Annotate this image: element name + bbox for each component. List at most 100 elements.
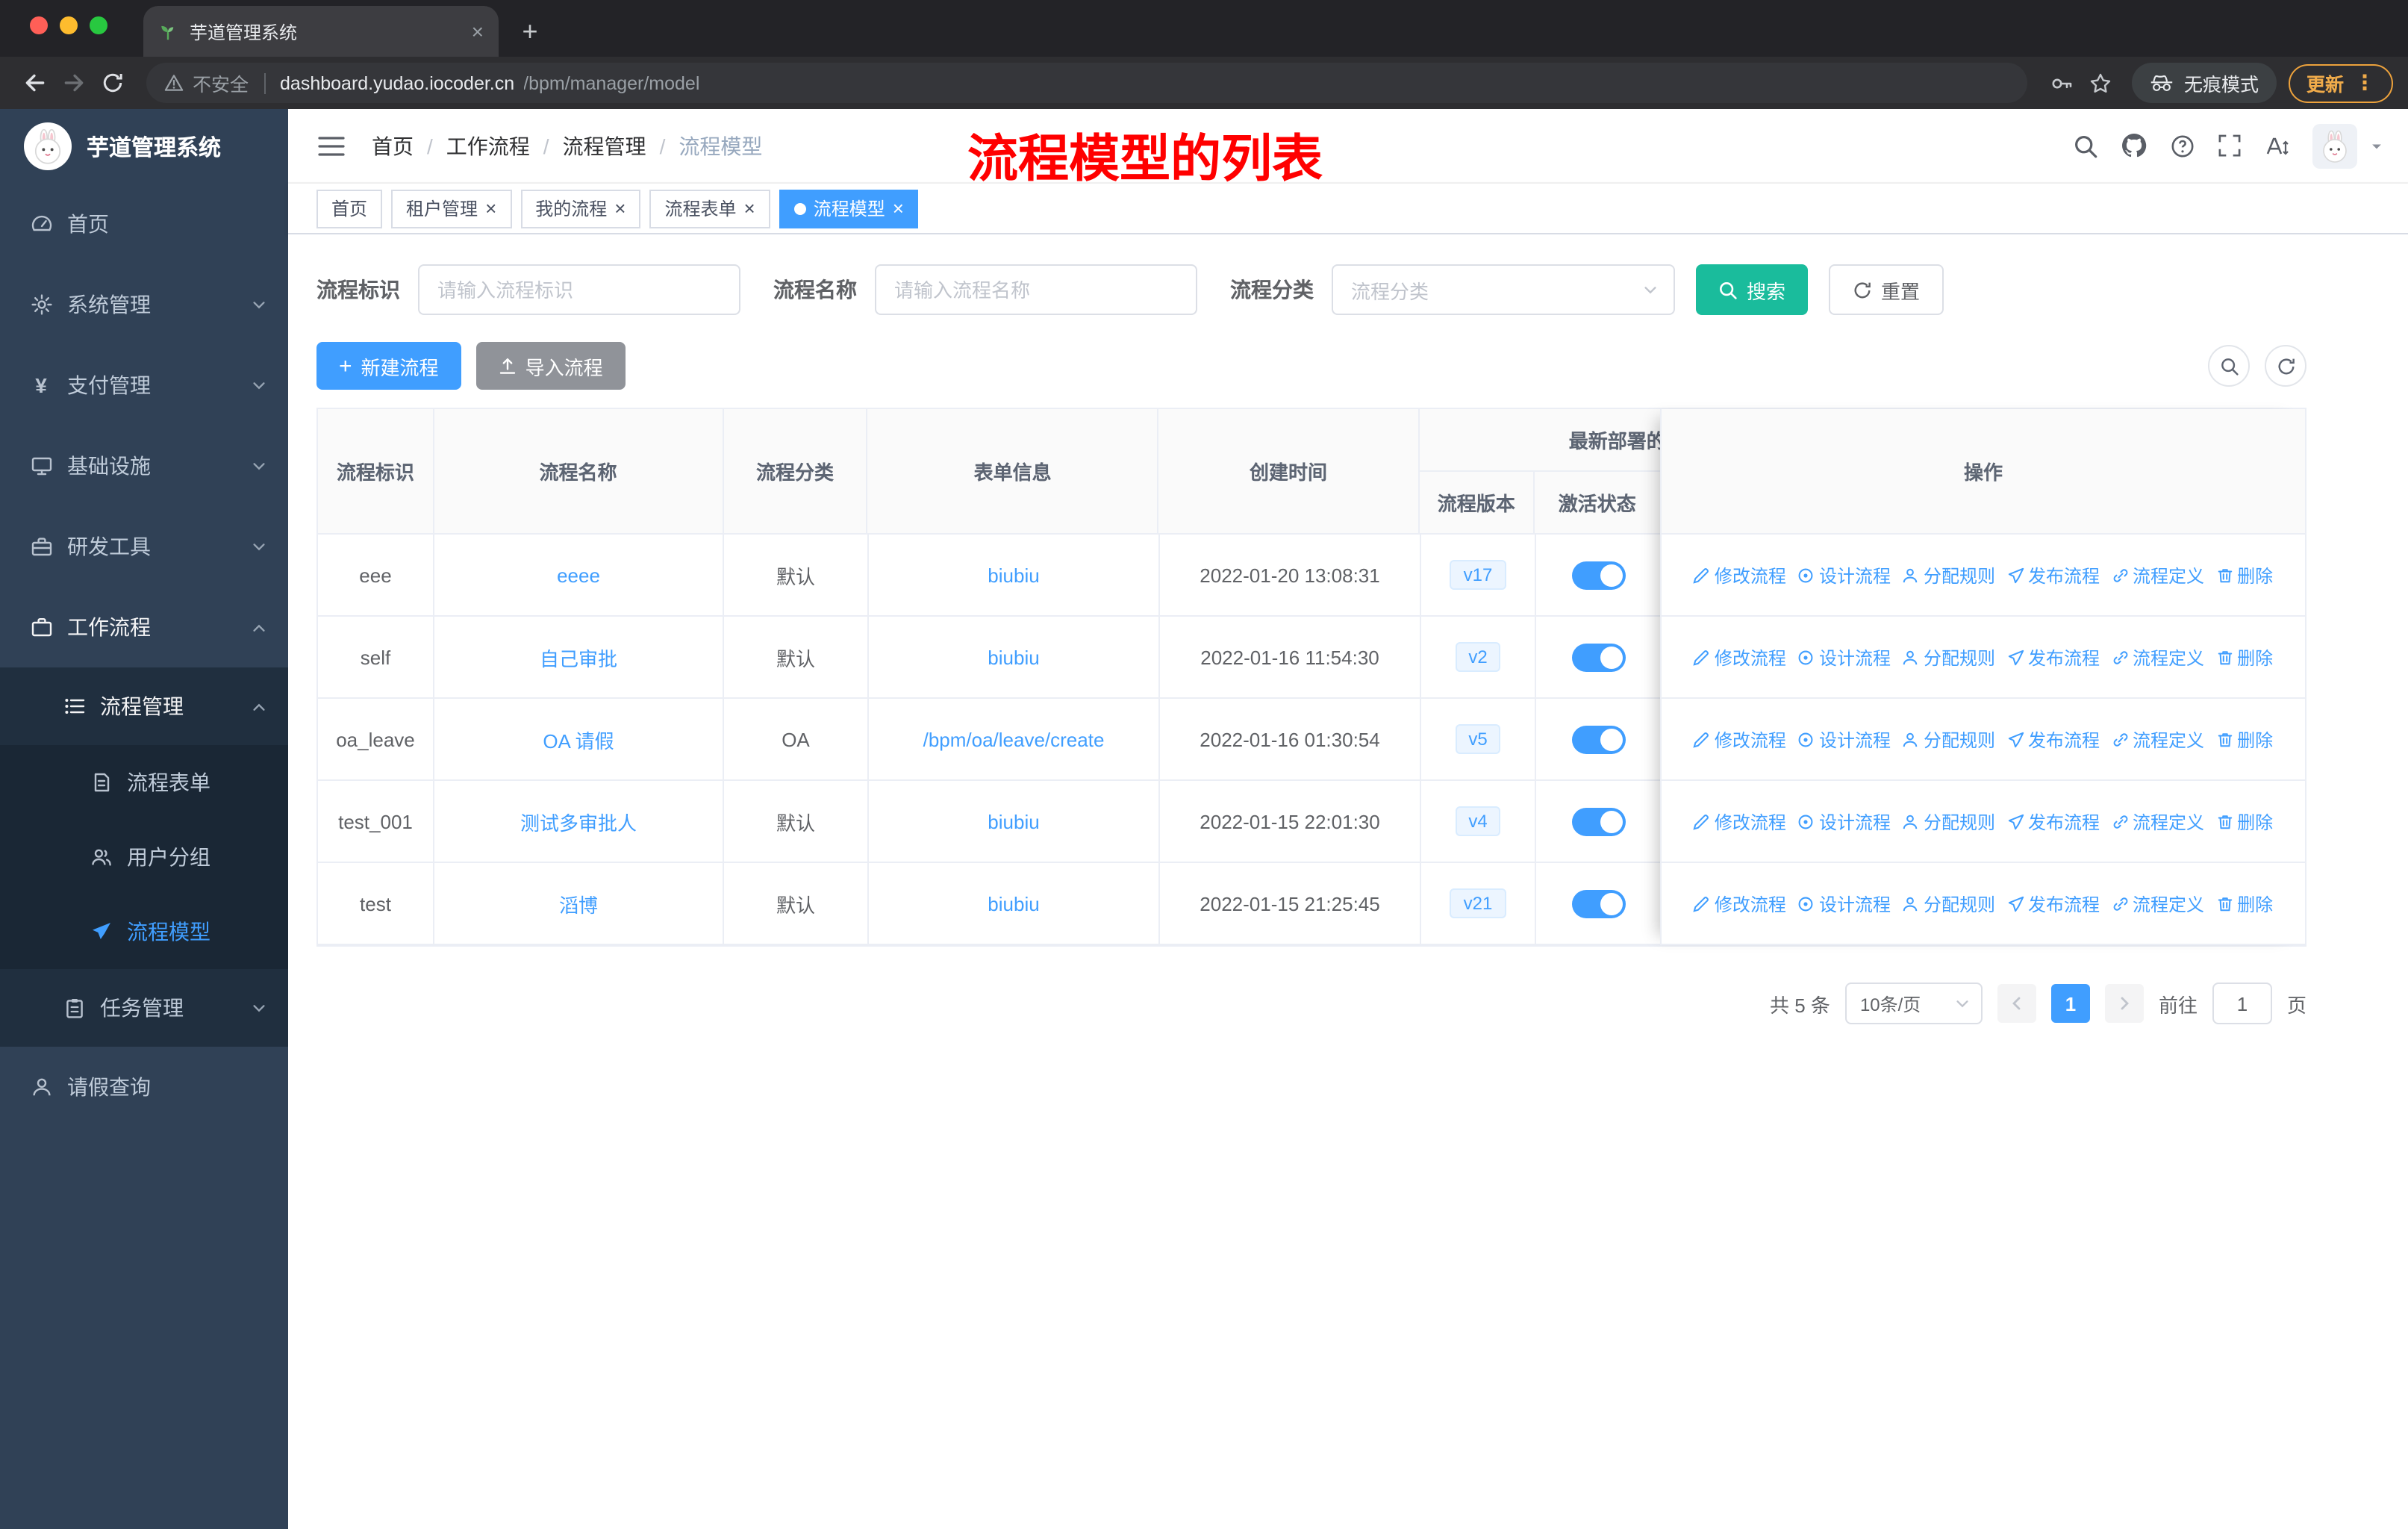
sidebar-logo[interactable]: 芋道管理系统 [0, 109, 288, 184]
edit-process-link[interactable]: 修改流程 [1694, 562, 1786, 588]
bookmark-star-icon[interactable] [2081, 63, 2120, 102]
process-id-input[interactable] [418, 264, 740, 315]
sidebar-item-payment[interactable]: ¥ 支付管理 [0, 345, 288, 426]
security-label[interactable]: 不安全 [193, 69, 249, 97]
import-process-button[interactable]: 导入流程 [475, 342, 626, 390]
sidebar-item-process-management[interactable]: 流程管理 [0, 667, 288, 745]
edit-process-link[interactable]: 修改流程 [1694, 644, 1786, 670]
design-process-link[interactable]: 设计流程 [1798, 891, 1891, 916]
active-toggle[interactable] [1572, 561, 1626, 589]
sidebar-item-system[interactable]: 系统管理 [0, 264, 288, 345]
create-process-button[interactable]: + 新建流程 [316, 342, 461, 390]
search-button[interactable]: 搜索 [1696, 264, 1809, 315]
tab-close-icon[interactable]: × [472, 21, 484, 42]
assign-rule-link[interactable]: 分配规则 [1903, 809, 1995, 834]
design-process-link[interactable]: 设计流程 [1798, 644, 1891, 670]
sidebar-item-devtools[interactable]: 研发工具 [0, 506, 288, 587]
avatar[interactable] [2312, 123, 2357, 168]
github-icon[interactable] [2121, 133, 2147, 158]
tag-tenant[interactable]: 租户管理 × [391, 189, 512, 228]
assign-rule-link[interactable]: 分配规则 [1903, 562, 1995, 588]
password-key-icon[interactable] [2042, 63, 2081, 102]
tag-home[interactable]: 首页 [316, 189, 383, 228]
design-process-link[interactable]: 设计流程 [1798, 809, 1891, 834]
reload-button[interactable] [93, 63, 131, 102]
minimize-window-button[interactable] [60, 16, 78, 34]
sidebar-item-workflow[interactable]: 工作流程 [0, 587, 288, 667]
design-process-link[interactable]: 设计流程 [1798, 726, 1891, 752]
delete-link[interactable]: 删除 [2216, 726, 2273, 752]
sidebar-item-process-form[interactable]: 流程表单 [0, 745, 288, 820]
breadcrumb-item[interactable]: 首页 [372, 131, 414, 161]
font-size-icon[interactable] [2265, 134, 2289, 158]
help-icon[interactable] [2171, 134, 2195, 158]
process-name-link[interactable]: OA 请假 [543, 725, 614, 753]
zoom-window-button[interactable] [90, 16, 107, 34]
fullscreen-icon[interactable] [2218, 134, 2241, 157]
sidebar-item-leave-query[interactable]: 请假查询 [0, 1047, 288, 1127]
close-icon[interactable]: × [614, 199, 626, 218]
tag-my-process[interactable]: 我的流程 × [520, 189, 641, 228]
new-tab-button[interactable]: + [511, 12, 549, 51]
prev-page-button[interactable] [1997, 984, 2036, 1023]
form-info-link[interactable]: biubiu [988, 564, 1039, 586]
breadcrumb-item[interactable]: 工作流程 [446, 131, 530, 161]
back-button[interactable] [15, 63, 54, 102]
active-toggle[interactable] [1572, 725, 1626, 753]
process-definition-link[interactable]: 流程定义 [2112, 809, 2204, 834]
publish-process-link[interactable]: 发布流程 [2007, 644, 2100, 670]
process-name-link[interactable]: 测试多审批人 [520, 807, 637, 835]
sidebar-item-infrastructure[interactable]: 基础设施 [0, 426, 288, 506]
close-icon[interactable]: × [893, 199, 904, 218]
forward-button[interactable] [54, 63, 93, 102]
edit-process-link[interactable]: 修改流程 [1694, 809, 1786, 834]
sidebar-item-task-management[interactable]: 任务管理 [0, 969, 288, 1047]
form-info-link[interactable]: biubiu [988, 810, 1039, 832]
assign-rule-link[interactable]: 分配规则 [1903, 891, 1995, 916]
publish-process-link[interactable]: 发布流程 [2007, 726, 2100, 752]
browser-tab[interactable]: 芋道管理系统 × [143, 6, 499, 57]
tag-process-form[interactable]: 流程表单 × [649, 189, 770, 228]
next-page-button[interactable] [2104, 984, 2144, 1023]
menu-kebab-icon[interactable]: ⋮ [2354, 70, 2375, 96]
sidebar-item-user-group[interactable]: 用户分组 [0, 820, 288, 894]
sidebar-item-home[interactable]: 首页 [0, 184, 288, 264]
form-info-link[interactable]: biubiu [988, 646, 1039, 668]
active-toggle[interactable] [1572, 807, 1626, 835]
active-toggle[interactable] [1572, 889, 1626, 918]
close-icon[interactable]: × [744, 199, 755, 218]
reset-button[interactable]: 重置 [1829, 264, 1944, 315]
delete-link[interactable]: 删除 [2216, 644, 2273, 670]
delete-link[interactable]: 删除 [2216, 562, 2273, 588]
hamburger-icon[interactable] [312, 128, 351, 164]
process-definition-link[interactable]: 流程定义 [2112, 644, 2204, 670]
edit-process-link[interactable]: 修改流程 [1694, 891, 1786, 916]
close-window-button[interactable] [30, 16, 48, 34]
form-info-link[interactable]: biubiu [988, 892, 1039, 915]
publish-process-link[interactable]: 发布流程 [2007, 891, 2100, 916]
process-definition-link[interactable]: 流程定义 [2112, 891, 2204, 916]
address-bar[interactable]: 不安全 dashboard.yudao.iocoder.cn /bpm/mana… [146, 63, 2027, 103]
delete-link[interactable]: 删除 [2216, 809, 2273, 834]
assign-rule-link[interactable]: 分配规则 [1903, 644, 1995, 670]
process-name-link[interactable]: 自己审批 [540, 643, 617, 671]
search-toggle-button[interactable] [2208, 345, 2250, 387]
edit-process-link[interactable]: 修改流程 [1694, 726, 1786, 752]
process-name-link[interactable]: 滔博 [559, 889, 598, 918]
active-toggle[interactable] [1572, 643, 1626, 671]
page-1-button[interactable]: 1 [2050, 984, 2090, 1023]
page-size-select[interactable]: 10条/页 [1844, 983, 1983, 1024]
delete-link[interactable]: 删除 [2216, 891, 2273, 916]
publish-process-link[interactable]: 发布流程 [2007, 809, 2100, 834]
tag-process-model[interactable]: 流程模型 × [779, 189, 919, 228]
process-category-select[interactable]: 流程分类 [1332, 264, 1675, 315]
refresh-button[interactable] [2265, 345, 2306, 387]
breadcrumb-item[interactable]: 流程管理 [563, 131, 646, 161]
close-icon[interactable]: × [485, 199, 496, 218]
process-name-link[interactable]: eeee [557, 564, 600, 586]
process-definition-link[interactable]: 流程定义 [2112, 562, 2204, 588]
sidebar-item-process-model[interactable]: 流程模型 [0, 894, 288, 969]
assign-rule-link[interactable]: 分配规则 [1903, 726, 1995, 752]
goto-page-input[interactable] [2212, 983, 2272, 1024]
design-process-link[interactable]: 设计流程 [1798, 562, 1891, 588]
